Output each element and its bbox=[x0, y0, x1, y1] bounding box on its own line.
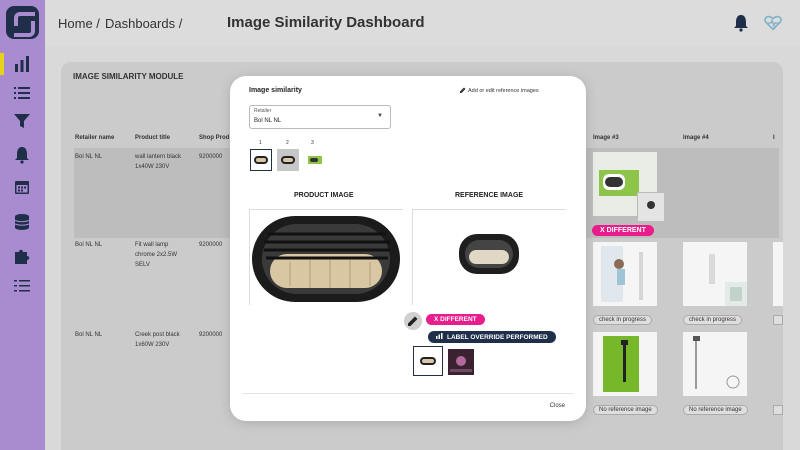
image-similarity-modal: Image similarity Add or edit reference i… bbox=[230, 76, 586, 421]
product-image[interactable] bbox=[249, 209, 404, 306]
product-image-label: PRODUCT IMAGE bbox=[294, 192, 354, 199]
lamp-image bbox=[420, 357, 436, 365]
col-image-5[interactable]: I bbox=[773, 135, 775, 141]
reference-candidate[interactable] bbox=[448, 349, 474, 375]
database-icon[interactable] bbox=[13, 213, 31, 231]
health-heart-icon[interactable] bbox=[764, 14, 782, 32]
row-retailer: Bol NL NL bbox=[75, 154, 103, 160]
checklist-icon[interactable] bbox=[13, 277, 31, 295]
row-title: wall lantern black 1x40W 230V bbox=[135, 154, 182, 170]
pencil-icon bbox=[408, 316, 418, 326]
retailer-select[interactable]: Retailer Bol NL NL ▼ bbox=[249, 105, 391, 129]
pencil-icon[interactable] bbox=[460, 87, 466, 93]
top-header: Home / Dashboards / Image Similarity Das… bbox=[45, 0, 800, 46]
image-index: 1 bbox=[259, 140, 262, 146]
lamp-box-image bbox=[308, 156, 322, 164]
col-product-title[interactable]: Product title bbox=[135, 135, 170, 141]
product-thumbnail[interactable] bbox=[683, 242, 747, 306]
product-thumbnail[interactable] bbox=[593, 242, 657, 306]
wall-lamp-image bbox=[709, 254, 747, 306]
reference-option[interactable] bbox=[304, 149, 326, 171]
reference-candidate[interactable] bbox=[413, 346, 443, 376]
check-progress-badge: check in progress bbox=[593, 315, 653, 325]
product-thumbnail[interactable] bbox=[773, 242, 783, 306]
post-lamp-image bbox=[693, 336, 740, 389]
col-image-4[interactable]: Image #4 bbox=[683, 135, 709, 141]
filter-icon[interactable] bbox=[13, 112, 31, 130]
override-label: LABEL OVERRIDE PERFORMED bbox=[447, 334, 548, 341]
modal-title: Image similarity bbox=[249, 87, 302, 94]
lantern-image bbox=[413, 210, 567, 306]
image-index: 3 bbox=[311, 140, 314, 146]
reference-image-label: REFERENCE IMAGE bbox=[455, 192, 524, 199]
lamp-image bbox=[638, 193, 664, 221]
bathroom-scene-image bbox=[601, 246, 643, 302]
col-shop-product[interactable]: Shop Prod bbox=[199, 135, 229, 141]
check-progress-badge: check in progress bbox=[683, 315, 743, 325]
close-button[interactable]: Close bbox=[550, 403, 565, 409]
lantern-image bbox=[250, 210, 404, 306]
active-indicator bbox=[0, 53, 4, 75]
bell-icon[interactable] bbox=[13, 146, 31, 164]
select-value: Bol NL NL bbox=[254, 118, 282, 124]
breadcrumb-dashboards[interactable]: Dashboards / bbox=[105, 16, 182, 31]
list-icon[interactable] bbox=[13, 84, 31, 102]
select-label: Retailer bbox=[254, 108, 272, 114]
product-thumbnail[interactable] bbox=[593, 332, 657, 396]
bar-chart-icon[interactable] bbox=[13, 55, 31, 73]
modal-divider bbox=[242, 393, 574, 394]
module-title: IMAGE SIMILARITY MODULE bbox=[73, 72, 184, 81]
post-lamp-box-image bbox=[603, 336, 639, 392]
status-badge bbox=[773, 315, 783, 325]
different-badge: X DIFFERENT bbox=[592, 225, 654, 236]
reference-image[interactable] bbox=[412, 209, 567, 306]
row-retailer: Bol NL NL bbox=[75, 332, 103, 338]
product-photo-image bbox=[448, 349, 474, 375]
lamp-image bbox=[254, 156, 268, 164]
col-retailer[interactable]: Retailer name bbox=[75, 135, 114, 141]
override-badge: LABEL OVERRIDE PERFORMED bbox=[428, 331, 556, 343]
row-shop: 9200000 bbox=[199, 332, 223, 338]
edit-reference-link[interactable]: Add or edit reference images bbox=[468, 88, 539, 94]
page-title: Image Similarity Dashboard bbox=[227, 14, 425, 31]
row-retailer: Bol NL NL bbox=[75, 242, 103, 248]
calendar-icon[interactable] bbox=[13, 178, 31, 196]
col-image-3[interactable]: Image #3 bbox=[593, 135, 619, 141]
status-badge bbox=[773, 405, 783, 415]
image-index: 2 bbox=[286, 140, 289, 146]
app-logo[interactable] bbox=[6, 6, 39, 39]
row-title: Fit wall lamp chrome 2x2.5W SELV bbox=[135, 242, 178, 268]
breadcrumb-home[interactable]: Home / bbox=[58, 16, 100, 31]
caret-down-icon: ▼ bbox=[377, 113, 383, 119]
edit-label-button[interactable] bbox=[404, 312, 422, 330]
bell-icon[interactable] bbox=[732, 14, 750, 32]
product-thumbnail[interactable] bbox=[683, 332, 747, 396]
reference-option[interactable] bbox=[250, 149, 272, 171]
row-title: Creek post black 1x60W 230V bbox=[135, 332, 180, 348]
lamp-image bbox=[281, 156, 295, 164]
puzzle-icon[interactable] bbox=[13, 247, 31, 265]
no-reference-badge: No reference image bbox=[683, 405, 748, 415]
reference-option[interactable] bbox=[277, 149, 299, 171]
sidebar bbox=[0, 0, 45, 450]
row-shop: 9200000 bbox=[199, 242, 223, 248]
bar-chart-icon bbox=[436, 333, 443, 339]
row-shop: 9200000 bbox=[199, 154, 223, 160]
no-reference-badge: No reference image bbox=[593, 405, 658, 415]
reference-thumbnail[interactable] bbox=[637, 192, 664, 221]
different-badge: X DIFFERENT bbox=[426, 314, 485, 325]
